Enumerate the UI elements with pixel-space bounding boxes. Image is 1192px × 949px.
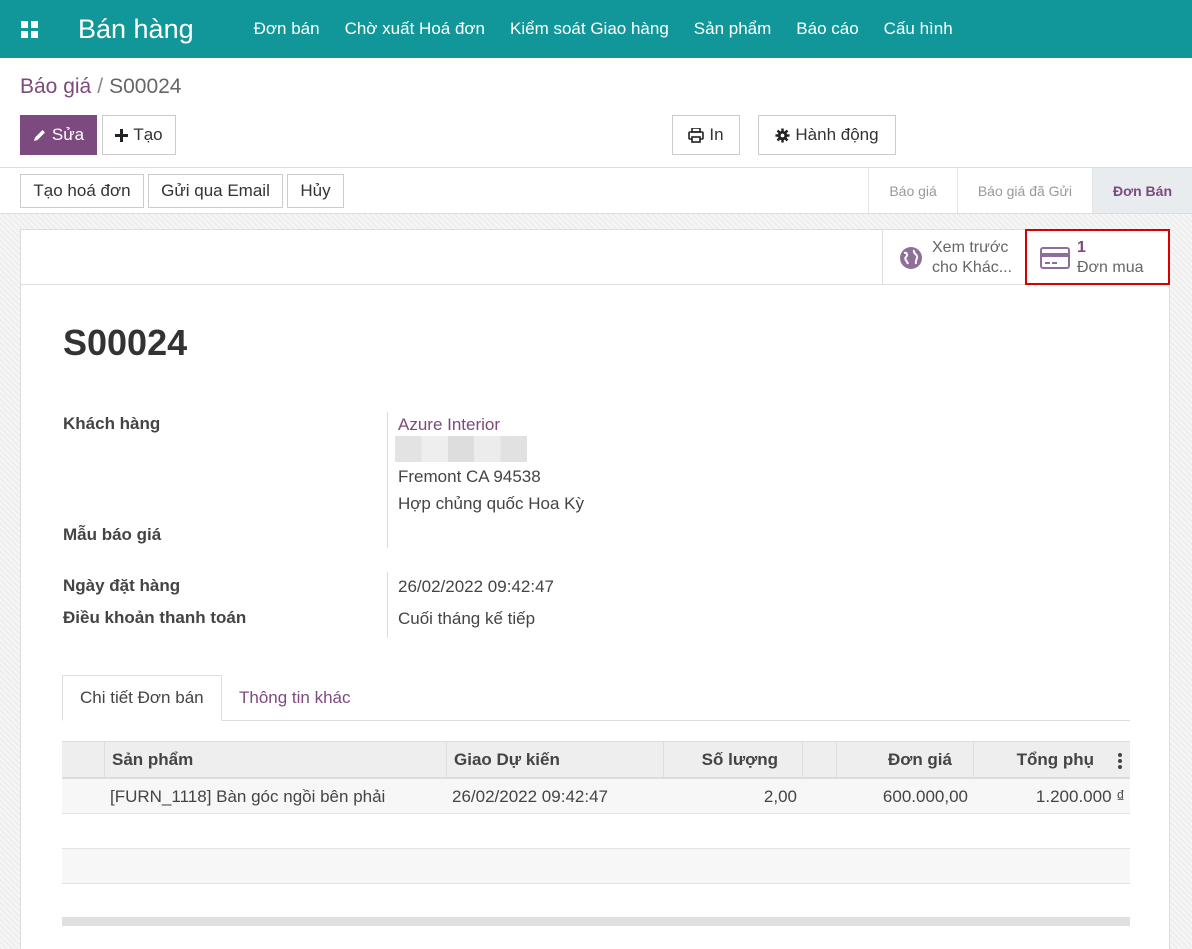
highlight-box: [1025, 229, 1170, 285]
redacted-address: [395, 436, 527, 462]
cell-subtotal: 1.200.000 ₫: [1035, 786, 1125, 806]
field-divider: [387, 412, 388, 548]
empty-row: [62, 884, 1130, 919]
table-header: Sản phẩm Giao Dự kiến Số lượng Đơn giá T…: [62, 741, 1130, 779]
app-brand[interactable]: Bán hàng: [78, 14, 194, 45]
edit-button[interactable]: Sửa: [20, 115, 97, 155]
cancel-button[interactable]: Hủy: [287, 174, 344, 208]
empty-row: [62, 814, 1130, 849]
main-menu: Đơn bán Chờ xuất Hoá đơn Kiểm soát Giao …: [254, 19, 978, 39]
customer-preview-button[interactable]: Xem trước cho Khác...: [882, 230, 1025, 285]
stage-sales-order: Đơn Bán: [1092, 168, 1192, 213]
edit-button-label: Sửa: [51, 125, 85, 144]
menu-configuration[interactable]: Cấu hình: [884, 19, 953, 39]
payment-terms-label: Điều khoản thanh toán: [63, 608, 247, 627]
header-scheduled-date[interactable]: Giao Dự kiến: [446, 742, 663, 778]
cell-unit-price: 600.000,00: [882, 786, 968, 806]
stage-quotation[interactable]: Báo giá: [868, 168, 956, 213]
table-row[interactable]: [FURN_1118] Bàn góc ngồi bên phải 26/02/…: [62, 779, 1130, 814]
field-divider: [387, 572, 388, 638]
control-panel: Báo giá / S00024 Sửa Tạo In Hành động: [0, 58, 1192, 168]
header-product[interactable]: Sản phẩm: [104, 742, 446, 778]
status-bar: Tạo hoá đơn Gửi qua Email Hủy Báo giá Bá…: [0, 168, 1192, 214]
create-button-label: Tạo: [133, 125, 163, 144]
menu-reports[interactable]: Báo cáo: [796, 19, 858, 39]
preview-line-2: cho Khác...: [932, 258, 1013, 276]
record-title: S00024: [63, 322, 188, 363]
create-invoice-button[interactable]: Tạo hoá đơn: [20, 174, 144, 208]
header-unit-price[interactable]: Đơn giá: [836, 742, 973, 778]
payment-terms-value: Cuối tháng kế tiếp: [398, 609, 536, 628]
menu-delivery-control[interactable]: Kiểm soát Giao hàng: [510, 19, 669, 39]
column-options-icon[interactable]: [1118, 753, 1122, 774]
smart-button-box: Xem trước cho Khác... 1 Đơn mua: [21, 229, 1170, 285]
customer-label: Khách hàng: [63, 414, 161, 433]
stage-quotation-sent[interactable]: Báo giá đã Gửi: [956, 168, 1092, 213]
preview-line-1: Xem trước: [932, 238, 1009, 256]
pencil-icon: [33, 130, 45, 141]
notebook-tabs: Chi tiết Đơn bán Thông tin khác: [62, 675, 1130, 721]
empty-row: [62, 849, 1130, 884]
print-button[interactable]: In: [672, 115, 740, 155]
order-date-label: Ngày đặt hàng: [63, 576, 181, 595]
customer-city: Fremont CA 94538: [398, 467, 541, 486]
send-email-button[interactable]: Gửi qua Email: [148, 174, 283, 208]
printer-icon: [688, 127, 705, 143]
customer-name-link[interactable]: Azure Interior: [398, 415, 500, 435]
action-button[interactable]: Hành động: [758, 115, 896, 155]
print-button-label: In: [709, 125, 724, 144]
create-button[interactable]: Tạo: [102, 115, 176, 155]
cell-quantity: 2,00: [763, 786, 797, 806]
stage-pipeline: Báo giá Báo giá đã Gửi Đơn Bán: [868, 168, 1192, 213]
tab-order-lines[interactable]: Chi tiết Đơn bán: [62, 675, 222, 721]
menu-products[interactable]: Sản phẩm: [694, 19, 772, 39]
tab-other-info[interactable]: Thông tin khác: [222, 675, 368, 721]
breadcrumb-separator: /: [97, 75, 104, 98]
header-quantity[interactable]: Số lượng: [663, 742, 802, 778]
gear-icon: [775, 127, 790, 143]
customer-country: Hợp chủng quốc Hoa Kỳ: [398, 494, 584, 513]
header-subtotal[interactable]: Tổng phụ: [973, 742, 1130, 778]
plus-icon: [115, 128, 129, 142]
cell-scheduled-date: 26/02/2022 09:42:47: [452, 786, 608, 806]
menu-to-invoice[interactable]: Chờ xuất Hoá đơn: [345, 19, 485, 39]
order-lines-table: Sản phẩm Giao Dự kiến Số lượng Đơn giá T…: [62, 741, 1130, 919]
menu-orders[interactable]: Đơn bán: [254, 19, 320, 39]
action-button-label: Hành động: [795, 125, 879, 144]
cell-product: [FURN_1118] Bàn góc ngồi bên phải: [110, 786, 386, 806]
horizontal-scrollbar[interactable]: [62, 917, 1130, 926]
order-date-value: 26/02/2022 09:42:47: [398, 577, 554, 596]
breadcrumb-parent[interactable]: Báo giá: [20, 75, 91, 98]
apps-menu-icon[interactable]: [0, 0, 58, 58]
template-label: Mẫu báo giá: [63, 525, 162, 544]
top-navbar: Bán hàng Đơn bán Chờ xuất Hoá đơn Kiểm s…: [0, 0, 1192, 58]
form-sheet: Xem trước cho Khác... 1 Đơn mua S00024 K…: [20, 229, 1170, 949]
breadcrumb: Báo giá / S00024: [20, 75, 181, 99]
header-spacer: [802, 742, 836, 778]
globe-icon: [900, 246, 922, 269]
breadcrumb-current: S00024: [109, 75, 182, 98]
